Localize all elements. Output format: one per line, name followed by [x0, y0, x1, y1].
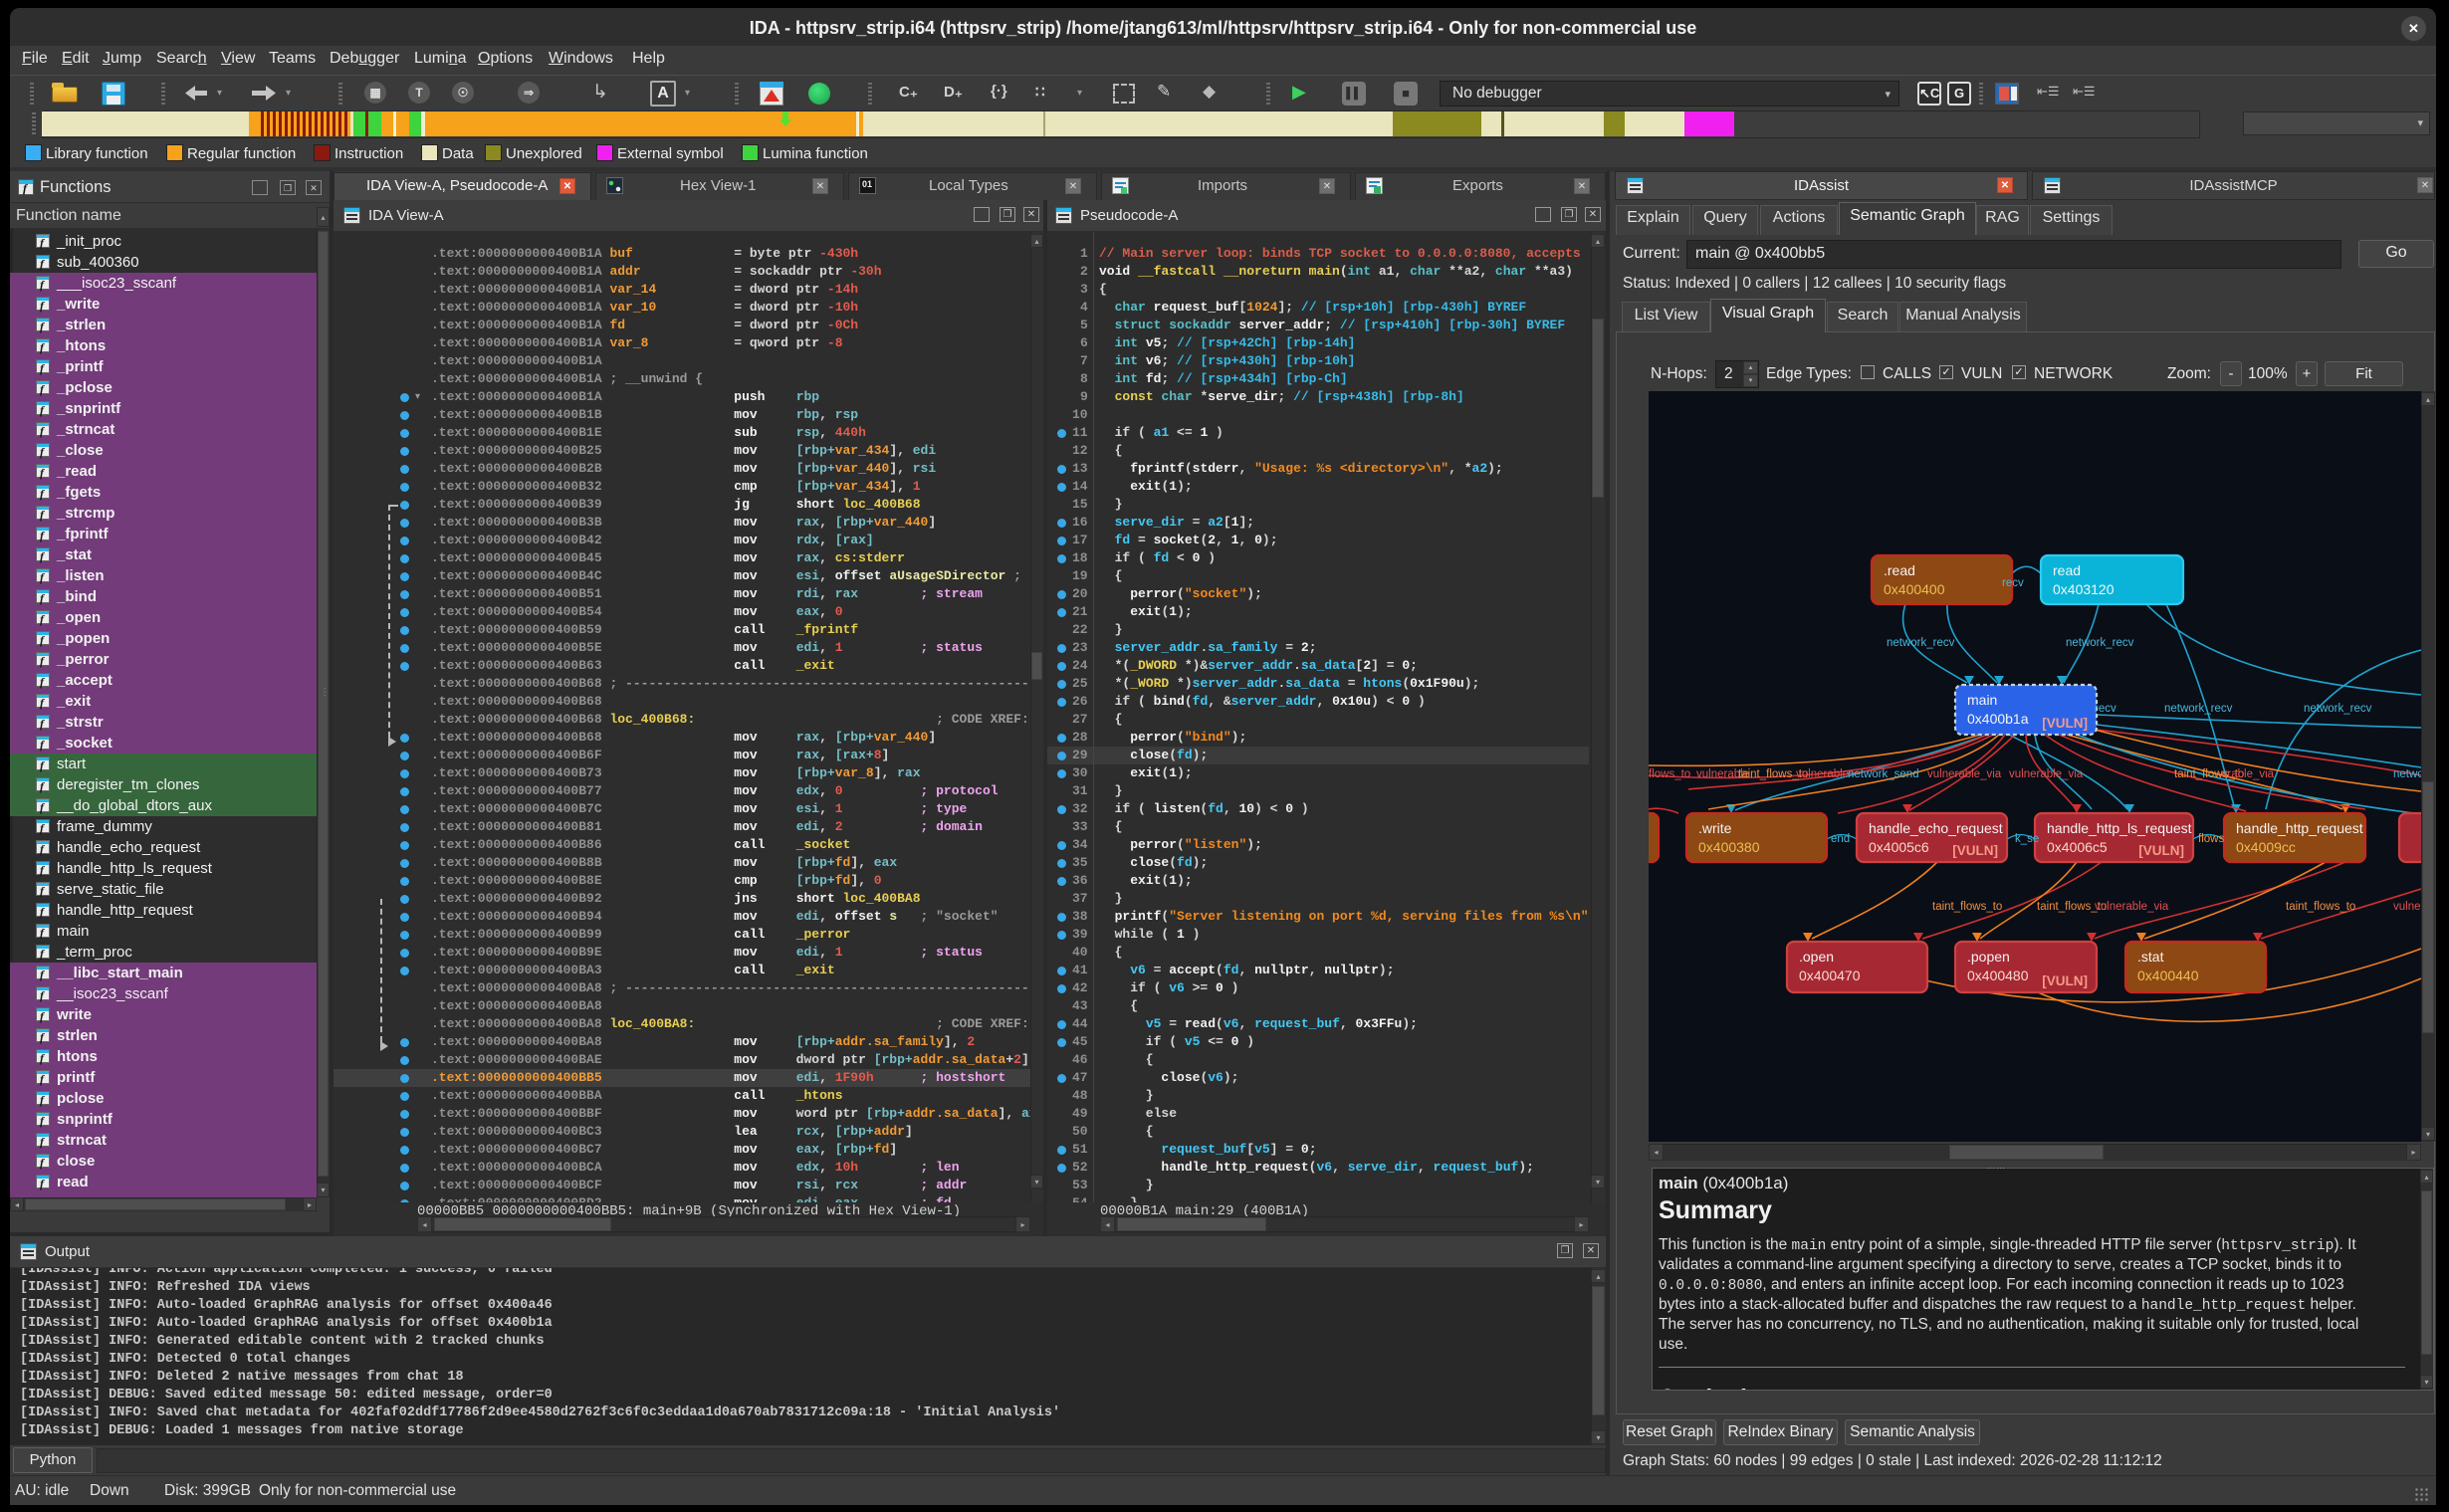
svg-text:0x400470: 0x400470 — [1799, 968, 1861, 983]
svg-text:recv: recv — [2002, 577, 2024, 589]
svg-text:main: main — [1967, 692, 1997, 708]
svg-text:[VULN]: [VULN] — [1952, 843, 1998, 858]
svg-text:0x400400: 0x400400 — [1884, 581, 1945, 597]
svg-text:0x403120: 0x403120 — [2053, 581, 2115, 597]
svg-text:vulnerable_via: vulnerable_via — [2009, 768, 2084, 780]
svg-text:network_recv: network_recv — [2304, 703, 2372, 715]
svg-text:vulnerable_via: vulnerable_via — [2095, 901, 2169, 913]
svg-text:taint_flows_to: taint_flows_to — [1932, 901, 2002, 913]
svg-text:0x400480: 0x400480 — [1967, 968, 2029, 983]
svg-text:0x4009cc: 0x4009cc — [2236, 839, 2296, 855]
svg-text:read: read — [2053, 562, 2081, 578]
svg-text:flows: flows — [2198, 833, 2224, 845]
svg-text:.popen: .popen — [1967, 949, 2010, 965]
svg-text:erable_via: erable_via — [2221, 768, 2275, 780]
svg-text:network_recv: network_recv — [1887, 637, 1955, 649]
svg-text:.stat: .stat — [2137, 949, 2164, 965]
svg-text:network_recv: network_recv — [2164, 703, 2233, 715]
svg-text:k_se: k_se — [2015, 833, 2039, 845]
svg-text:[VULN]: [VULN] — [2042, 973, 2088, 988]
svg-text:end: end — [1831, 833, 1850, 845]
svg-text:.write: .write — [1698, 820, 1732, 836]
svg-text:handle_http_ls_request: handle_http_ls_request — [2047, 820, 2192, 836]
svg-text:.open: .open — [1799, 949, 1834, 965]
svg-text:vulnerable_via: vulnerable_via — [1927, 768, 2002, 780]
svg-text:network_recv: network_recv — [2066, 637, 2134, 649]
svg-text:handle_echo_request: handle_echo_request — [1869, 820, 2003, 836]
svg-text:vulnerabl: vulnerabl — [2393, 901, 2421, 913]
svg-text:recv: recv — [2095, 703, 2116, 715]
svg-text:taint_flows_to: taint_flows_to — [2286, 901, 2355, 913]
svg-text:0x400440: 0x400440 — [2137, 968, 2199, 983]
svg-text:handle_http_request: handle_http_request — [2236, 820, 2363, 836]
svg-text:0x400380: 0x400380 — [1698, 839, 1760, 855]
svg-text:vulnerable: vulnerable — [1796, 768, 1849, 780]
svg-text:[VULN]: [VULN] — [2042, 716, 2088, 731]
svg-text:0x4006c5: 0x4006c5 — [2047, 839, 2108, 855]
svg-text:.read: .read — [1884, 562, 1915, 578]
svg-text:flows_to: flows_to — [1649, 768, 1690, 780]
svg-text:network: network — [2393, 768, 2421, 780]
svg-text:[VULN]: [VULN] — [2138, 843, 2184, 858]
svg-text:network_send: network_send — [1848, 768, 1919, 780]
svg-text:0x4005c6: 0x4005c6 — [1869, 839, 1929, 855]
svg-text:0x400b1a: 0x400b1a — [1967, 711, 2029, 727]
